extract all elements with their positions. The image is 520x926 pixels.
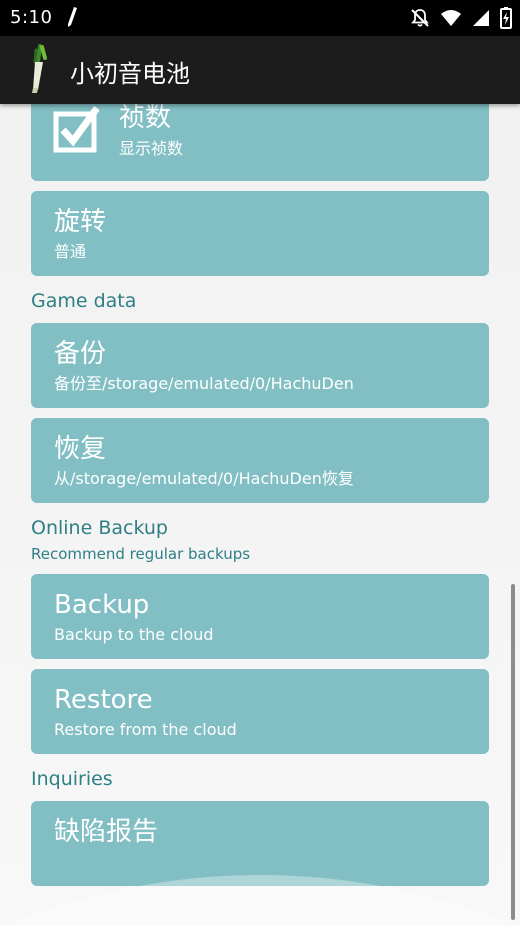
local-restore-title: 恢复 <box>54 434 107 464</box>
cloud-backup-title: Backup <box>54 590 150 620</box>
rotation-summary: 普通 <box>54 242 87 261</box>
app-bar: 小初音电池 <box>0 36 520 104</box>
preference-cloud-backup[interactable]: Backup Backup to the cloud <box>31 574 489 659</box>
status-bar: 5:10 <box>0 0 520 36</box>
scrollbar[interactable] <box>511 584 515 920</box>
battery-charging-icon <box>500 7 512 33</box>
wifi-icon <box>440 9 462 31</box>
app-title: 小初音电池 <box>70 60 190 88</box>
preference-bug-report[interactable]: 缺陷报告 <box>31 801 489 886</box>
preference-local-backup[interactable]: 备份 备份至/storage/emulated/0/HachuDen <box>31 323 489 408</box>
rotation-title: 旋转 <box>54 207 107 237</box>
section-subtitle-online-backup: Recommend regular backups <box>31 545 251 563</box>
preference-list[interactable]: 祯数 显示祯数 旋转 普通 Game data 备份 备份至/storage/e… <box>0 104 520 926</box>
section-header-game-data: Game data <box>31 290 137 312</box>
status-time: 5:10 <box>10 7 53 28</box>
cell-signal-icon <box>472 9 490 31</box>
cloud-backup-summary: Backup to the cloud <box>54 625 214 644</box>
notifications-off-icon <box>410 8 430 32</box>
preference-frames[interactable]: 祯数 显示祯数 <box>31 104 489 181</box>
leek-icon <box>26 44 52 98</box>
cloud-restore-title: Restore <box>54 685 153 715</box>
status-icons <box>410 7 512 33</box>
local-backup-title: 备份 <box>54 339 107 369</box>
section-header-online-backup: Online Backup <box>31 517 168 539</box>
preference-local-restore[interactable]: 恢复 从/storage/emulated/0/HachuDen恢复 <box>31 418 489 503</box>
pen-icon <box>66 6 78 32</box>
preference-rotation[interactable]: 旋转 普通 <box>31 191 489 276</box>
cloud-restore-summary: Restore from the cloud <box>54 720 237 739</box>
section-header-inquiries: Inquiries <box>31 768 113 790</box>
frames-summary: 显示祯数 <box>119 139 184 158</box>
bug-report-title: 缺陷报告 <box>54 817 159 847</box>
local-restore-summary: 从/storage/emulated/0/HachuDen恢复 <box>54 469 354 488</box>
local-backup-summary: 备份至/storage/emulated/0/HachuDen <box>54 374 354 393</box>
preference-cloud-restore[interactable]: Restore Restore from the cloud <box>31 669 489 754</box>
frames-checkbox[interactable] <box>53 104 100 158</box>
frames-title: 祯数 <box>119 104 172 133</box>
